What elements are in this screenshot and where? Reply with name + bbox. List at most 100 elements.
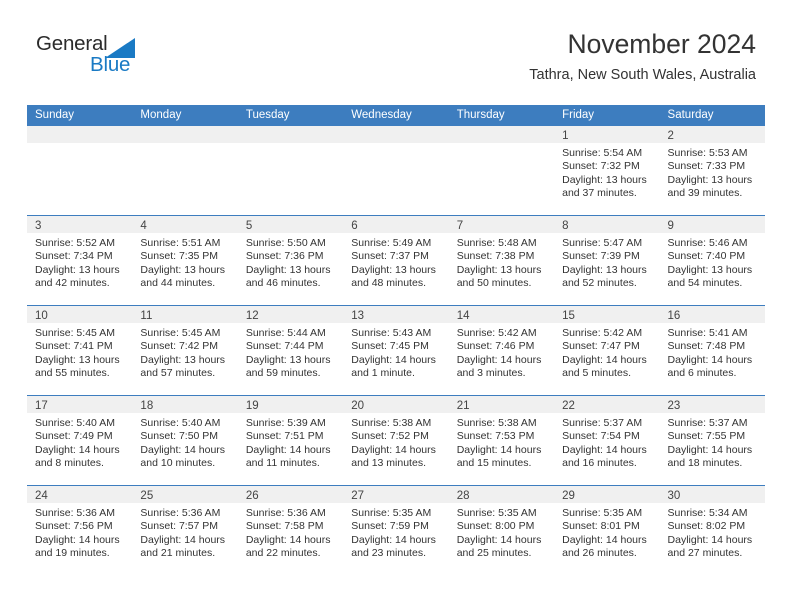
day-number-strip: 2 [659, 126, 765, 143]
sunrise-line: Sunrise: 5:35 AM [456, 507, 537, 519]
day-details: Sunrise: 5:37 AM Sunset: 7:55 PM Daylight:… [660, 413, 765, 471]
calendar-day-cell[interactable]: 28 Sunrise: 5:35 AM Sunset: 8:00 PM Dayligh… [448, 486, 555, 575]
sunrise-line: Sunrise: 5:42 AM [562, 327, 643, 339]
calendar-weeks: 1 Sunrise: 5:54 AM Sunset: 7:32 PM Daylight… [27, 126, 765, 575]
sunset-line: Sunset: 7:40 PM [667, 250, 746, 263]
day-number: 24 [35, 490, 48, 502]
sunrise-line: Sunrise: 5:35 AM [562, 507, 643, 519]
calendar-day-cell[interactable]: 10 Sunrise: 5:45 AM Sunset: 7:41 PM Dayligh… [27, 306, 133, 395]
day-number: 12 [245, 310, 259, 322]
daylight-line-cont: and 1 minute. [351, 367, 415, 380]
sunset-line: Sunset: 7:34 PM [35, 250, 113, 263]
day-details: Sunrise: 5:43 AM Sunset: 7:45 PM Daylight:… [343, 323, 448, 381]
calendar-day-cell[interactable]: 22 Sunrise: 5:37 AM Sunset: 7:54 PM Dayligh… [554, 396, 660, 485]
page-header: General Blue November 2024 Tathra, New S… [0, 0, 792, 100]
daylight-line-cont: and 46 minutes. [245, 277, 321, 290]
calendar-day-cell[interactable]: 7 Sunrise: 5:48 AM Sunset: 7:38 PM Daylight… [448, 216, 555, 305]
day-number: 16 [667, 310, 681, 322]
day-number-strip: 15 [554, 306, 660, 323]
sunrise-line: Sunrise: 5:40 AM [35, 417, 115, 429]
calendar-day-cell[interactable]: 11 Sunrise: 5:45 AM Sunset: 7:42 PM Dayligh… [132, 306, 238, 395]
calendar-week-row: 1 Sunrise: 5:54 AM Sunset: 7:32 PM Daylight… [27, 126, 765, 215]
calendar-day-empty [343, 126, 449, 215]
daylight-line-cont: and 11 minutes. [245, 457, 320, 470]
calendar-day-cell[interactable]: 26 Sunrise: 5:36 AM Sunset: 7:58 PM Dayligh… [237, 486, 344, 575]
calendar-day-cell[interactable]: 27 Sunrise: 5:35 AM Sunset: 7:59 PM Dayligh… [343, 486, 449, 575]
calendar-day-cell[interactable]: 12 Sunrise: 5:44 AM Sunset: 7:44 PM Dayligh… [237, 306, 344, 395]
day-number: 1 [562, 130, 569, 142]
day-number-strip: 13 [343, 306, 449, 323]
calendar-day-cell[interactable]: 25 Sunrise: 5:36 AM Sunset: 7:57 PM Dayligh… [132, 486, 238, 575]
logo-text-blue: Blue [90, 53, 131, 76]
day-details: Sunrise: 5:47 AM Sunset: 7:39 PM Daylight:… [554, 233, 659, 291]
sunset-line: Sunset: 7:51 PM [245, 430, 324, 443]
day-number-strip: 25 [132, 486, 238, 503]
daylight-line: Daylight: 13 hours [140, 353, 226, 366]
calendar-day-cell[interactable]: 20 Sunrise: 5:38 AM Sunset: 7:52 PM Dayligh… [343, 396, 449, 485]
daylight-line: Daylight: 13 hours [245, 353, 331, 366]
sunset-line: Sunset: 7:36 PM [245, 250, 324, 263]
general-blue-logo[interactable]: General Blue [36, 33, 156, 81]
calendar-day-cell[interactable]: 2 Sunrise: 5:53 AM Sunset: 7:33 PM Daylight… [659, 126, 765, 215]
calendar-day-cell[interactable]: 18 Sunrise: 5:40 AM Sunset: 7:50 PM Dayligh… [132, 396, 238, 485]
daylight-line: Daylight: 13 hours [562, 263, 647, 276]
calendar-day-cell[interactable]: 24 Sunrise: 5:36 AM Sunset: 7:56 PM Dayligh… [27, 486, 133, 575]
day-number: 3 [35, 220, 42, 232]
calendar-day-cell[interactable]: 4 Sunrise: 5:51 AM Sunset: 7:35 PM Daylight… [132, 216, 238, 305]
day-number-strip: 12 [237, 306, 344, 323]
day-details: Sunrise: 5:44 AM Sunset: 7:44 PM Daylight:… [238, 323, 343, 381]
daylight-line-cont: and 21 minutes. [140, 547, 216, 560]
calendar-day-cell[interactable]: 9 Sunrise: 5:46 AM Sunset: 7:40 PM Daylight… [659, 216, 765, 305]
sunset-line: Sunset: 8:00 PM [456, 520, 535, 533]
sunrise-line: Sunrise: 5:50 AM [245, 237, 326, 249]
day-details: Sunrise: 5:48 AM Sunset: 7:38 PM Daylight:… [449, 233, 554, 291]
daylight-line-cont: and 18 minutes. [667, 457, 743, 470]
day-details: Sunrise: 5:36 AM Sunset: 7:57 PM Daylight:… [132, 503, 237, 561]
day-details: Sunrise: 5:45 AM Sunset: 7:42 PM Daylight:… [132, 323, 237, 381]
sunset-line: Sunset: 7:50 PM [140, 430, 219, 443]
sunrise-line: Sunrise: 5:38 AM [456, 417, 537, 429]
calendar-day-cell[interactable]: 21 Sunrise: 5:38 AM Sunset: 7:53 PM Dayligh… [448, 396, 555, 485]
day-number: 8 [562, 220, 569, 232]
calendar-day-cell[interactable]: 14 Sunrise: 5:42 AM Sunset: 7:46 PM Dayligh… [448, 306, 555, 395]
daylight-line-cont: and 42 minutes. [35, 277, 110, 290]
calendar-day-cell[interactable]: 6 Sunrise: 5:49 AM Sunset: 7:37 PM Daylight… [343, 216, 449, 305]
sunrise-line: Sunrise: 5:37 AM [667, 417, 748, 429]
calendar-day-cell[interactable]: 17 Sunrise: 5:40 AM Sunset: 7:49 PM Dayligh… [27, 396, 133, 485]
daylight-line: Daylight: 14 hours [667, 533, 753, 546]
sunset-line: Sunset: 7:44 PM [245, 340, 324, 353]
calendar-day-cell[interactable]: 29 Sunrise: 5:35 AM Sunset: 8:01 PM Dayligh… [554, 486, 660, 575]
sunset-line: Sunset: 7:37 PM [351, 250, 429, 263]
day-number-strip: 11 [132, 306, 238, 323]
calendar-day-cell[interactable]: 13 Sunrise: 5:43 AM Sunset: 7:45 PM Dayligh… [343, 306, 449, 395]
calendar-day-cell[interactable]: 8 Sunrise: 5:47 AM Sunset: 7:39 PM Daylight… [554, 216, 660, 305]
daylight-line-cont: and 52 minutes. [562, 277, 637, 290]
sunrise-line: Sunrise: 5:52 AM [35, 237, 115, 249]
calendar-day-cell[interactable]: 19 Sunrise: 5:39 AM Sunset: 7:51 PM Dayligh… [237, 396, 344, 485]
daylight-line-cont: and 59 minutes. [245, 367, 321, 380]
daylight-line-cont: and 25 minutes. [456, 547, 532, 560]
sunrise-line: Sunrise: 5:40 AM [140, 417, 221, 429]
daylight-line-cont: and 37 minutes. [562, 187, 637, 200]
daylight-line-cont: and 50 minutes. [456, 277, 532, 290]
calendar-day-cell[interactable]: 1 Sunrise: 5:54 AM Sunset: 7:32 PM Daylight… [554, 126, 660, 215]
calendar-day-cell[interactable]: 15 Sunrise: 5:42 AM Sunset: 7:47 PM Dayligh… [554, 306, 660, 395]
day-details: Sunrise: 5:53 AM Sunset: 7:33 PM Daylight:… [660, 143, 765, 201]
day-details: Sunrise: 5:46 AM Sunset: 7:40 PM Daylight:… [660, 233, 765, 291]
daylight-line: Daylight: 14 hours [351, 443, 436, 456]
day-details: Sunrise: 5:51 AM Sunset: 7:35 PM Daylight:… [132, 233, 237, 291]
calendar-day-cell[interactable]: 23 Sunrise: 5:37 AM Sunset: 7:55 PM Dayligh… [659, 396, 765, 485]
sunset-line: Sunset: 7:45 PM [351, 340, 429, 353]
calendar-day-cell[interactable]: 3 Sunrise: 5:52 AM Sunset: 7:34 PM Daylight… [27, 216, 133, 305]
sunset-line: Sunset: 7:53 PM [456, 430, 535, 443]
calendar-day-empty [237, 126, 344, 215]
calendar-day-empty [27, 126, 133, 215]
calendar-day-cell[interactable]: 30 Sunrise: 5:34 AM Sunset: 8:02 PM Dayligh… [659, 486, 765, 575]
calendar-day-cell[interactable]: 5 Sunrise: 5:50 AM Sunset: 7:36 PM Daylight… [237, 216, 344, 305]
daylight-line-cont: and 54 minutes. [667, 277, 743, 290]
calendar-day-cell[interactable]: 16 Sunrise: 5:41 AM Sunset: 7:48 PM Dayligh… [659, 306, 765, 395]
sunrise-line: Sunrise: 5:45 AM [140, 327, 221, 339]
daylight-line: Daylight: 13 hours [562, 173, 647, 186]
daylight-line: Daylight: 14 hours [351, 533, 436, 546]
page-subtitle: Tathra, New South Wales, Australia [529, 67, 756, 83]
